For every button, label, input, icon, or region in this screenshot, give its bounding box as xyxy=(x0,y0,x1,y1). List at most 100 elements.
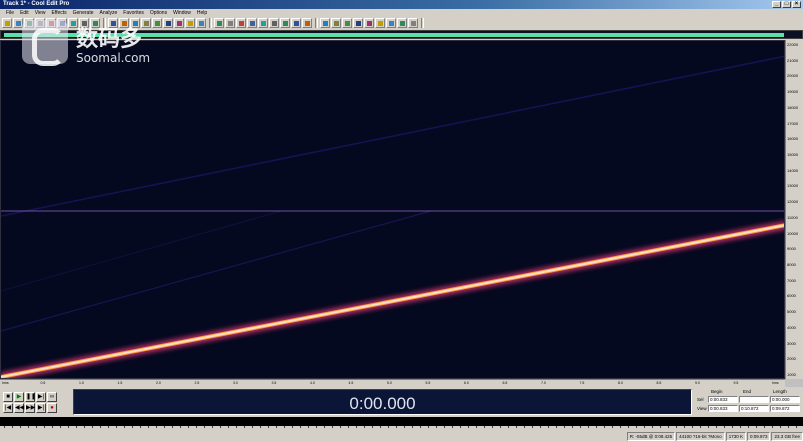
frequency-tick-label: 19000 xyxy=(787,89,799,95)
toolbar-tool-icon xyxy=(356,21,361,26)
menu-edit[interactable]: Edit xyxy=(17,9,32,17)
time-tick-label: 2.5 xyxy=(194,381,200,385)
toolbar-tool-icon xyxy=(250,21,255,26)
toolbar-tool-icon xyxy=(217,21,222,26)
frequency-tick-label: 13000 xyxy=(787,183,799,189)
toolbar-button[interactable] xyxy=(342,18,352,28)
toolbar-button[interactable] xyxy=(397,18,407,28)
level-meter-tick xyxy=(460,426,461,428)
fast-forward-button[interactable]: ▶▶ xyxy=(25,403,35,413)
toolbar-tool-icon xyxy=(199,21,204,26)
level-meter-tick xyxy=(204,426,205,428)
menu-favorites[interactable]: Favorites xyxy=(120,9,147,17)
menu-options[interactable]: Options xyxy=(147,9,170,17)
spectral-view[interactable] xyxy=(0,40,785,379)
pause-button[interactable]: ❚❚ xyxy=(25,392,36,402)
level-meter-tick xyxy=(788,426,789,428)
toolbar-button[interactable] xyxy=(2,18,12,28)
menu-window[interactable]: Window xyxy=(170,9,194,17)
level-meter-scale xyxy=(0,426,803,431)
level-meter-tick xyxy=(244,426,245,428)
toolbar-button[interactable] xyxy=(386,18,396,28)
time-ruler[interactable]: hms 0.5 1.0 1.5 2.0 2.5 3.0 3.5 4.0 4.5 5.0 5.5 6.0 6… xyxy=(0,379,785,387)
toolbar-button[interactable] xyxy=(174,18,184,28)
toolbar-button[interactable] xyxy=(280,18,290,28)
view-end-field[interactable]: 0:10.872 xyxy=(739,405,769,412)
sel-end-field[interactable] xyxy=(739,396,769,403)
toolbar-tool-icon xyxy=(305,21,310,26)
menu-help[interactable]: Help xyxy=(194,9,210,17)
time-tick-label: 1.0 xyxy=(79,381,84,385)
time-tick-label: hms xyxy=(772,381,779,385)
selection-panel: Begin End Length Sel 0:00.833 0:00.000 V… xyxy=(695,389,803,415)
frequency-tick-label: 1000 xyxy=(787,372,796,377)
frequency-tick-label: 4000 xyxy=(787,324,796,330)
toolbar-button[interactable] xyxy=(225,18,235,28)
close-button[interactable]: × xyxy=(792,1,801,8)
toolbar-button[interactable] xyxy=(320,18,330,28)
status-duration: 0:09.873 xyxy=(746,432,771,441)
level-meter-tick xyxy=(76,426,77,428)
level-meter-tick xyxy=(556,426,557,428)
menu-effects[interactable]: Effects xyxy=(48,9,69,17)
frequency-tick-label: 20000 xyxy=(787,73,799,79)
level-meter-tick xyxy=(188,426,189,428)
stop-button[interactable]: ■ xyxy=(3,392,13,402)
frequency-tick-label: 8000 xyxy=(787,262,796,267)
time-tick-label: 7.5 xyxy=(579,381,585,385)
level-meter-tick xyxy=(220,426,221,428)
toolbar-button[interactable] xyxy=(375,18,385,28)
rewind-button[interactable]: ◀◀ xyxy=(14,403,24,413)
level-meter-tick xyxy=(772,426,773,428)
toolbar-button[interactable] xyxy=(236,18,246,28)
toolbar-button[interactable] xyxy=(247,18,257,28)
toolbar-tool-icon xyxy=(261,21,266,26)
toolbar-button[interactable] xyxy=(331,18,341,28)
level-meter-tick xyxy=(284,426,285,428)
level-meter-tick xyxy=(4,426,5,428)
level-meter-tick xyxy=(316,426,317,428)
view-begin-field[interactable]: 0:00.833 xyxy=(708,405,738,412)
menu-analyze[interactable]: Analyze xyxy=(97,9,121,17)
sel-length-field[interactable]: 0:00.000 xyxy=(770,396,800,403)
level-meter-tick xyxy=(372,426,373,428)
maximize-button[interactable]: □ xyxy=(782,1,791,8)
loop-button[interactable]: ∞ xyxy=(47,392,57,402)
toolbar-button[interactable] xyxy=(364,18,374,28)
zoom-scrollbar[interactable] xyxy=(785,379,803,387)
level-meter-tick xyxy=(396,426,397,428)
toolbar-tool-icon xyxy=(411,21,416,26)
play-button[interactable]: ▶ xyxy=(14,392,24,402)
toolbar-button[interactable] xyxy=(214,18,224,28)
frequency-tick-label: 18000 xyxy=(787,104,799,110)
toolbar-button[interactable] xyxy=(353,18,363,28)
toolbar-button[interactable] xyxy=(269,18,279,28)
go-to-start-button[interactable]: |◀ xyxy=(3,403,13,413)
toolbar-button[interactable] xyxy=(258,18,268,28)
toolbar-button[interactable] xyxy=(302,18,312,28)
menu-view[interactable]: View xyxy=(32,9,49,17)
menu-file[interactable]: File xyxy=(3,9,17,17)
spectrogram-canvas[interactable] xyxy=(1,41,785,379)
level-meter-tick xyxy=(596,426,597,428)
go-to-end-button[interactable]: ▶| xyxy=(36,403,46,413)
window-title: Track 1* - Cool Edit Pro xyxy=(3,1,70,7)
level-meter-tick xyxy=(612,426,613,428)
sel-row-label: Sel xyxy=(697,397,704,402)
level-meter-tick xyxy=(292,426,293,428)
play-to-end-button[interactable]: ▶| xyxy=(36,392,46,402)
toolbar-button[interactable] xyxy=(185,18,195,28)
toolbar-button[interactable] xyxy=(408,18,418,28)
level-meter-tick xyxy=(732,426,733,428)
sel-begin-field[interactable]: 0:00.833 xyxy=(708,396,738,403)
toolbar-button[interactable] xyxy=(291,18,301,28)
view-length-field[interactable]: 0:09.872 xyxy=(770,405,800,412)
level-meter-tick xyxy=(540,426,541,428)
toolbar-button[interactable] xyxy=(196,18,206,28)
record-button[interactable]: ● xyxy=(47,403,57,413)
minimize-button[interactable]: _ xyxy=(772,1,781,8)
level-meter-tick xyxy=(676,426,677,428)
level-meter-tick xyxy=(124,426,125,428)
menu-generate[interactable]: Generate xyxy=(70,9,97,17)
level-meter-tick xyxy=(156,426,157,428)
